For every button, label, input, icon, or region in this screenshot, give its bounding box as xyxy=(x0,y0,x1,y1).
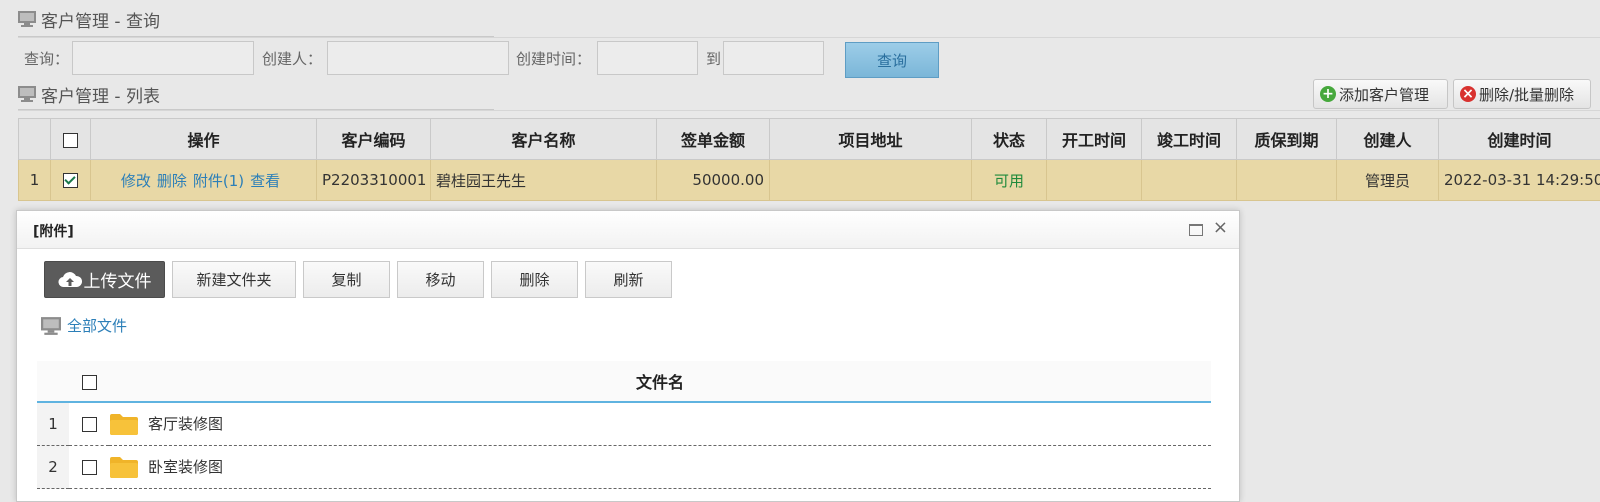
file-table: 文件名 1 客厅装修图 2 xyxy=(37,361,1211,489)
list-section-title: 客户管理 - 列表 xyxy=(18,79,160,109)
file-index: 2 xyxy=(37,446,69,489)
new-folder-button[interactable]: 新建文件夹 xyxy=(172,261,296,298)
query-input[interactable] xyxy=(72,41,254,75)
move-button[interactable]: 移动 xyxy=(397,261,484,298)
folder-icon xyxy=(110,413,138,435)
cell-amount: 50000.00 xyxy=(657,160,770,201)
row-select[interactable] xyxy=(51,160,91,201)
view-link[interactable]: 查看 xyxy=(250,172,280,190)
cell-name: 碧桂园王先生 xyxy=(431,160,657,201)
monitor-icon xyxy=(18,86,36,102)
add-circle-icon: + xyxy=(1320,86,1336,102)
dialog-title: [附件] xyxy=(33,221,74,241)
header-ops: 操作 xyxy=(91,119,317,160)
file-checkbox[interactable] xyxy=(82,417,97,432)
upload-file-button[interactable]: 上传文件 xyxy=(44,261,165,298)
file-select[interactable] xyxy=(69,402,109,446)
attachment-dialog: [附件] × 上传文件 新建文件夹 复制 移动 删除 刷新 全部文件 文件名 xyxy=(16,210,1240,502)
customer-table: 操作 客户编码 客户名称 签单金额 项目地址 状态 开工时间 竣工时间 质保到期… xyxy=(18,118,1600,201)
file-header-select[interactable] xyxy=(69,361,109,402)
to-label: 到 xyxy=(706,48,721,69)
row-checkbox[interactable] xyxy=(63,173,78,188)
select-all-checkbox[interactable] xyxy=(63,133,78,148)
header-index xyxy=(19,119,51,160)
header-select-all[interactable] xyxy=(51,119,91,160)
header-end[interactable]: 竣工时间 xyxy=(1142,119,1237,160)
cell-end xyxy=(1142,160,1237,201)
list-item[interactable]: 2 卧室装修图 xyxy=(37,446,1211,489)
delete-link[interactable]: 删除 xyxy=(157,172,187,190)
delete-button[interactable]: 删除 xyxy=(491,261,578,298)
header-code[interactable]: 客户编码 xyxy=(317,119,431,160)
header-creator[interactable]: 创建人 xyxy=(1337,119,1439,160)
end-date-input[interactable] xyxy=(723,41,824,75)
monitor-icon xyxy=(18,11,36,27)
maximize-icon[interactable] xyxy=(1189,224,1203,236)
header-status[interactable]: 状态 xyxy=(972,119,1047,160)
header-warranty[interactable]: 质保到期 xyxy=(1237,119,1337,160)
refresh-button[interactable]: 刷新 xyxy=(585,261,672,298)
dialog-header[interactable]: [附件] × xyxy=(17,211,1239,249)
cell-code: P2203310001 xyxy=(317,160,431,201)
file-header-row: 文件名 xyxy=(37,361,1211,402)
batch-delete-button[interactable]: × 删除/批量删除 xyxy=(1453,79,1591,109)
creator-input[interactable] xyxy=(327,41,509,75)
cell-warranty xyxy=(1237,160,1337,201)
file-index: 1 xyxy=(37,402,69,446)
cell-address xyxy=(770,160,972,201)
start-date-input[interactable] xyxy=(597,41,698,75)
file-name[interactable]: 客厅装修图 xyxy=(148,415,223,433)
copy-button[interactable]: 复制 xyxy=(303,261,390,298)
header-name[interactable]: 客户名称 xyxy=(431,119,657,160)
cell-created: 2022-03-31 14:29:50 xyxy=(1439,160,1600,201)
file-header-name[interactable]: 文件名 xyxy=(109,361,1211,402)
header-amount[interactable]: 签单金额 xyxy=(657,119,770,160)
cell-creator: 管理员 xyxy=(1337,160,1439,201)
file-checkbox[interactable] xyxy=(82,460,97,475)
creator-label: 创建人： xyxy=(262,48,322,69)
query-section-rule xyxy=(18,37,1600,38)
row-index: 1 xyxy=(19,160,51,201)
monitor-icon xyxy=(41,317,61,335)
select-all-files-checkbox[interactable] xyxy=(82,375,97,390)
table-row[interactable]: 1 修改删除附件(1) 查看 P2203310001 碧桂园王先生 50000.0… xyxy=(19,160,1600,201)
add-customer-button[interactable]: + 添加客户管理 xyxy=(1313,79,1448,109)
file-name[interactable]: 卧室装修图 xyxy=(148,458,223,476)
row-ops: 修改删除附件(1) 查看 xyxy=(91,160,317,201)
close-icon[interactable]: × xyxy=(1213,217,1228,238)
table-header-row: 操作 客户编码 客户名称 签单金额 项目地址 状态 开工时间 竣工时间 质保到期… xyxy=(19,119,1600,160)
file-name-cell[interactable]: 卧室装修图 xyxy=(109,446,1211,489)
file-select[interactable] xyxy=(69,446,109,489)
breadcrumb-all-files[interactable]: 全部文件 xyxy=(67,315,127,336)
header-start[interactable]: 开工时间 xyxy=(1047,119,1142,160)
delete-circle-icon: × xyxy=(1460,86,1476,102)
file-name-cell[interactable]: 客厅装修图 xyxy=(109,402,1211,446)
file-header-index xyxy=(37,361,69,402)
query-section-title: 客户管理 - 查询 xyxy=(18,4,160,34)
created-time-label: 创建时间： xyxy=(516,48,591,69)
cell-start xyxy=(1047,160,1142,201)
query-label: 查询： xyxy=(24,48,69,69)
header-address[interactable]: 项目地址 xyxy=(770,119,972,160)
cloud-upload-icon xyxy=(58,271,82,288)
cell-status: 可用 xyxy=(972,160,1047,201)
header-created[interactable]: 创建时间 xyxy=(1439,119,1600,160)
edit-link[interactable]: 修改 xyxy=(121,172,151,190)
breadcrumb[interactable]: 全部文件 xyxy=(41,315,127,336)
attachment-link[interactable]: 附件(1) xyxy=(193,172,244,190)
list-item[interactable]: 1 客厅装修图 xyxy=(37,402,1211,446)
query-button[interactable]: 查询 xyxy=(845,42,939,78)
list-section-rule xyxy=(18,110,1600,111)
folder-icon xyxy=(110,456,138,478)
